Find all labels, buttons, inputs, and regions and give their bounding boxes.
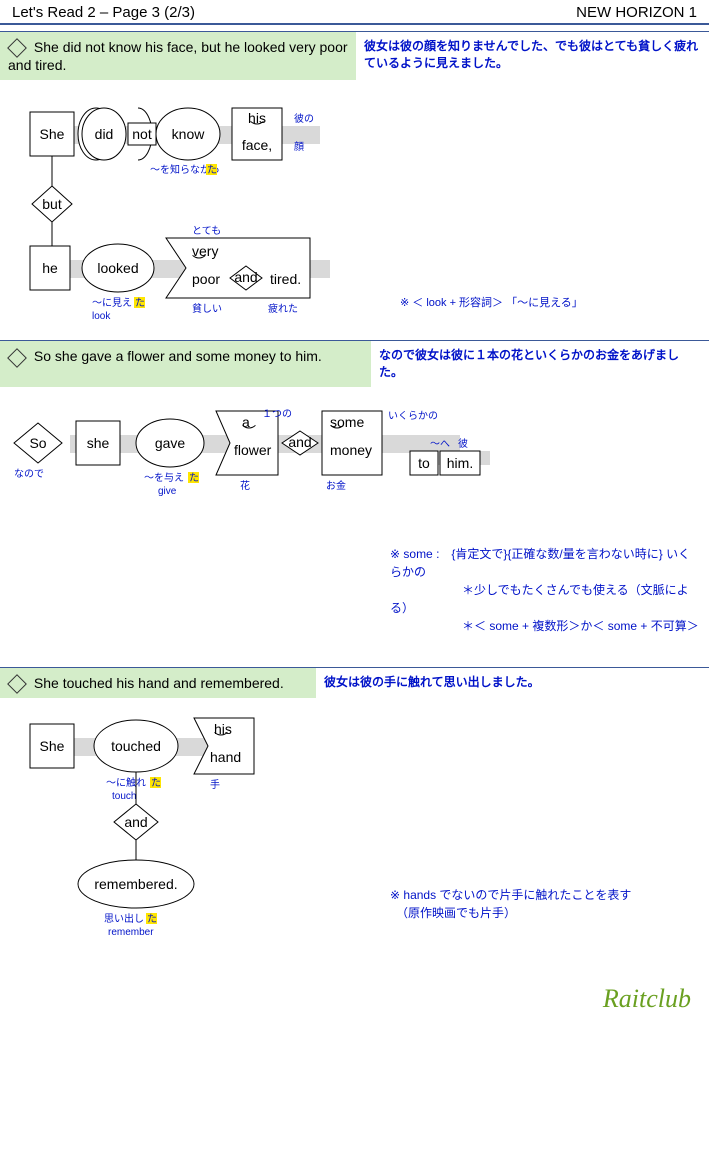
w-money: money [330,442,372,458]
w-touched: touched [111,738,161,754]
sentence-3: She touched his hand and remembered. [0,668,316,698]
w-looked: looked [97,260,138,276]
svg-text:とても: とても [192,225,221,237]
note-3: ※ hands でないので片手に触れたことを表す （原作映画でも片手） [390,886,699,922]
w-him: him. [447,455,473,471]
w-to: to [418,455,430,471]
svg-text:思い出し: 思い出し [104,912,144,925]
svg-text:give: give [158,486,177,497]
svg-text:いくらかの: いくらかの [388,410,438,422]
diamond-icon [7,38,27,58]
w-gave: gave [155,435,186,451]
svg-text:１つの: １つの [262,409,292,420]
svg-text:〜を与え: 〜を与え [144,472,184,484]
svg-text:貧しい: 貧しい [192,302,222,315]
svg-text:︶: ︶ [214,731,228,747]
w-tired: tired. [270,271,301,287]
svg-text:なので: なので [14,468,44,480]
diamond-icon [7,674,27,694]
w-remembered: remembered. [94,876,177,892]
svg-text:た: た [189,472,199,484]
w-face: face, [242,137,272,153]
svg-text:〜へ: 〜へ [430,439,450,450]
svg-text:touch: touch [112,791,136,802]
svg-text:︶: ︶ [330,424,344,440]
header-left: Let's Read 2 – Page 3 (2/3) [12,4,195,21]
w-she3: She [40,738,65,754]
diagram-1: She did not know 〜を知らなかっ た his ︶ face, 彼… [0,80,709,334]
w-hand: hand [210,749,241,765]
w-flower: flower [234,442,272,458]
w-poor: poor [192,271,220,287]
section-1: She did not know his face, but he looked… [0,31,709,334]
w-and2: and [288,434,311,450]
svg-text:た: た [151,777,161,789]
w-but: but [42,196,62,212]
note-2: ※ some : {肯定文で}{正確な数/量を言わない時に} いくらかの ＊少し… [390,545,699,635]
w-know: know [172,126,206,142]
sentence-2: So she gave a flower and some money to h… [0,341,371,387]
svg-text:〜に見え: 〜に見え [92,297,132,309]
translation-3: 彼女は彼の手に触れて思い出しました。 [316,668,709,698]
translation-1: 彼女は彼の顔を知りませんでした、でも彼はとても貧しく疲れているように見えました。 [356,32,709,80]
svg-text:彼の: 彼の [294,112,314,125]
svg-text:︶: ︶ [242,424,256,440]
diagram-2: So なので she gave 〜を与え た give a １つの ︶ flow… [0,387,709,641]
svg-text:〜に触れ: 〜に触れ [106,776,146,789]
w-did: did [95,126,114,142]
header-right: NEW HORIZON 1 [576,4,697,21]
w-he: he [42,260,58,276]
diamond-icon [7,348,27,368]
page-header: Let's Read 2 – Page 3 (2/3) NEW HORIZON … [0,0,709,25]
svg-text:疲れた: 疲れた [268,302,298,315]
w-she2: she [87,435,110,451]
sentence-1: She did not know his face, but he looked… [0,32,356,80]
svg-text:︶: ︶ [250,120,264,136]
watermark: Raitclub [603,984,691,1014]
svg-text:︶: ︶ [192,254,206,270]
svg-text:彼: 彼 [458,437,468,450]
translation-2: なので彼女は彼に１本の花といくらかのお金をあげました。 [371,341,709,387]
svg-text:た: た [135,297,145,309]
svg-text:remember: remember [108,927,154,936]
w-and3: and [124,814,147,830]
svg-text:顔: 顔 [294,140,304,153]
w-not: not [132,126,152,142]
svg-text:お金: お金 [326,479,346,492]
sentence-2-text: So she gave a flower and some money to h… [34,348,322,364]
svg-text:手: 手 [210,778,220,791]
svg-text:た: た [147,913,157,925]
w-and-1: and [234,269,257,285]
svg-text:look: look [92,311,111,322]
sentence-3-text: She touched his hand and remembered. [34,675,284,691]
diagram-3: She touched 〜に触れ た touch his ︶ hand 手 an… [0,698,709,928]
section-2: So she gave a flower and some money to h… [0,340,709,641]
w-she: She [40,126,65,142]
section-3: She touched his hand and remembered. 彼女は… [0,667,709,928]
w-so: So [29,435,46,451]
sentence-1-text: She did not know his face, but he looked… [8,39,348,73]
svg-text:た: た [207,164,217,176]
note-1: ※ ＜ look + 形容詞＞ 「〜に見える」 [400,295,583,309]
svg-text:花: 花 [240,479,250,492]
